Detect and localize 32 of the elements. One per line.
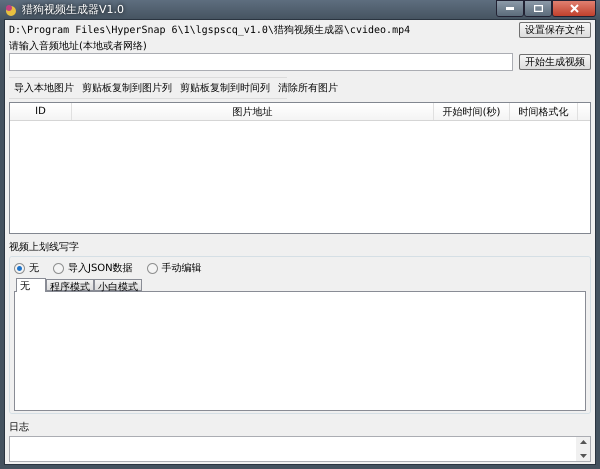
scrollbar[interactable] bbox=[576, 437, 590, 461]
save-path-text: D:\Program Files\HyperSnap 6\1\lgspscq_v1.0\猎狗视频生成器\cvideo.mp4 bbox=[9, 24, 412, 37]
close-icon bbox=[570, 4, 578, 13]
toolbar-button[interactable]: 剪贴板复制到时间列 bbox=[177, 79, 273, 97]
down-arrow-icon[interactable] bbox=[580, 454, 586, 458]
audio-input-field[interactable] bbox=[9, 53, 513, 71]
tab[interactable]: 小白模式 bbox=[94, 279, 142, 291]
window-title: 猎狗视频生成器V1.0 bbox=[22, 2, 124, 17]
tab[interactable]: 程序模式 bbox=[46, 279, 94, 291]
toolbar-button[interactable]: 剪贴板复制到图片列 bbox=[79, 79, 175, 97]
minimize-button[interactable] bbox=[496, 0, 524, 17]
toolbar-button[interactable]: 清除所有图片 bbox=[275, 79, 341, 97]
audio-label: 请输入音频地址(本地或者网络) bbox=[9, 40, 148, 53]
tab[interactable]: 无 bbox=[16, 278, 46, 292]
maximize-icon bbox=[534, 5, 542, 12]
column-header[interactable]: 图片地址 bbox=[72, 103, 434, 120]
minimize-icon bbox=[506, 7, 514, 10]
save-file-button[interactable]: 设置保存文件 bbox=[519, 22, 591, 38]
radio-option[interactable]: 无 bbox=[14, 261, 39, 275]
maximize-button[interactable] bbox=[524, 0, 552, 17]
app-icon bbox=[4, 2, 18, 16]
column-header[interactable]: 开始时间(秒) bbox=[434, 103, 510, 120]
radio-option[interactable]: 导入JSON数据 bbox=[53, 261, 133, 275]
generate-button[interactable]: 开始生成视频 bbox=[519, 54, 591, 70]
log-title: 日志 bbox=[9, 420, 30, 434]
up-arrow-icon[interactable] bbox=[580, 440, 586, 444]
column-header[interactable]: ID bbox=[10, 103, 72, 120]
group-title: 视频上划线写字 bbox=[9, 240, 80, 254]
radio-option[interactable]: 手动编辑 bbox=[146, 261, 202, 275]
toolbar-button[interactable]: 导入本地图片 bbox=[11, 79, 77, 97]
column-header[interactable]: 时间格式化 bbox=[510, 103, 578, 120]
close-button[interactable] bbox=[552, 0, 596, 17]
